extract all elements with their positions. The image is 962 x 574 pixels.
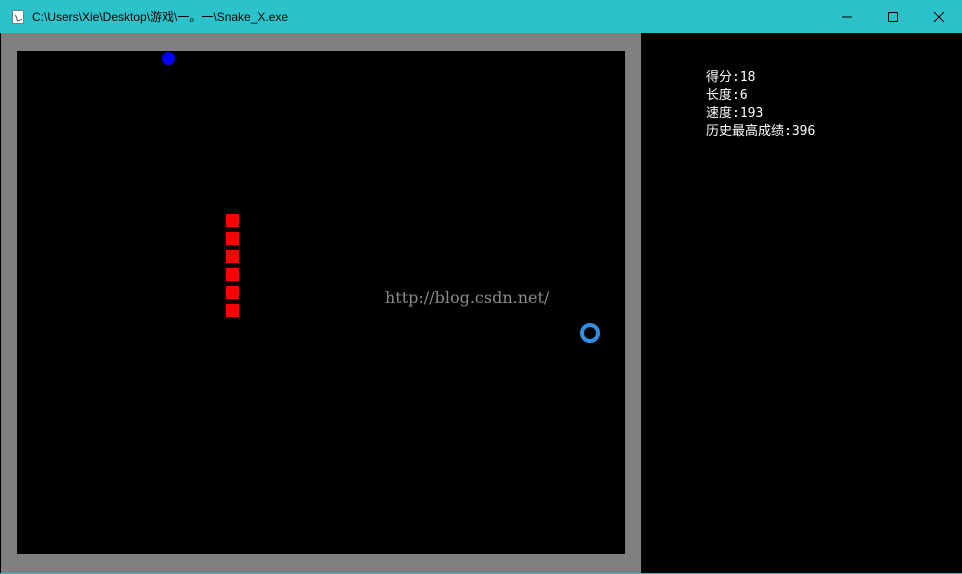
- bonus-ring: [580, 323, 600, 343]
- score-row: 得分:18: [706, 69, 815, 87]
- score-label: 得分:: [706, 70, 740, 85]
- best-label: 历史最高成绩:: [706, 124, 792, 139]
- snake-segment: [226, 214, 239, 227]
- best-row: 历史最高成绩:396: [706, 123, 815, 141]
- snake-segment: [226, 286, 239, 299]
- length-label: 长度:: [706, 88, 740, 103]
- window-controls: [824, 0, 962, 33]
- best-value: 396: [791, 124, 816, 139]
- length-value: 6: [739, 88, 748, 103]
- close-icon: [933, 11, 945, 22]
- maximize-icon: [888, 11, 898, 22]
- snake-segment: [226, 250, 239, 263]
- snake-segment: [226, 304, 239, 317]
- title-bar[interactable]: C:\Users\Xie\Desktop\游戏\一。一\Snake_X.exe: [0, 0, 962, 33]
- speed-value: 193: [739, 106, 764, 121]
- stats-list: 得分:18 长度:6 速度:193 历史最高成绩:396: [706, 69, 815, 141]
- minimize-button[interactable]: [824, 0, 870, 33]
- snake-segment: [226, 232, 239, 245]
- score-value: 18: [739, 70, 756, 85]
- app-icon[interactable]: [12, 9, 24, 24]
- speed-label: 速度:: [706, 106, 740, 121]
- window-title: C:\Users\Xie\Desktop\游戏\一。一\Snake_X.exe: [32, 10, 289, 24]
- watermark-text: http://blog.csdn.net/: [385, 288, 550, 307]
- close-button[interactable]: [916, 0, 962, 33]
- minimize-icon: [842, 16, 852, 17]
- maximize-button[interactable]: [870, 0, 916, 33]
- snake-segment: [226, 268, 239, 281]
- length-row: 长度:6: [706, 87, 815, 105]
- food-dot: [162, 52, 175, 65]
- speed-row: 速度:193: [706, 105, 815, 123]
